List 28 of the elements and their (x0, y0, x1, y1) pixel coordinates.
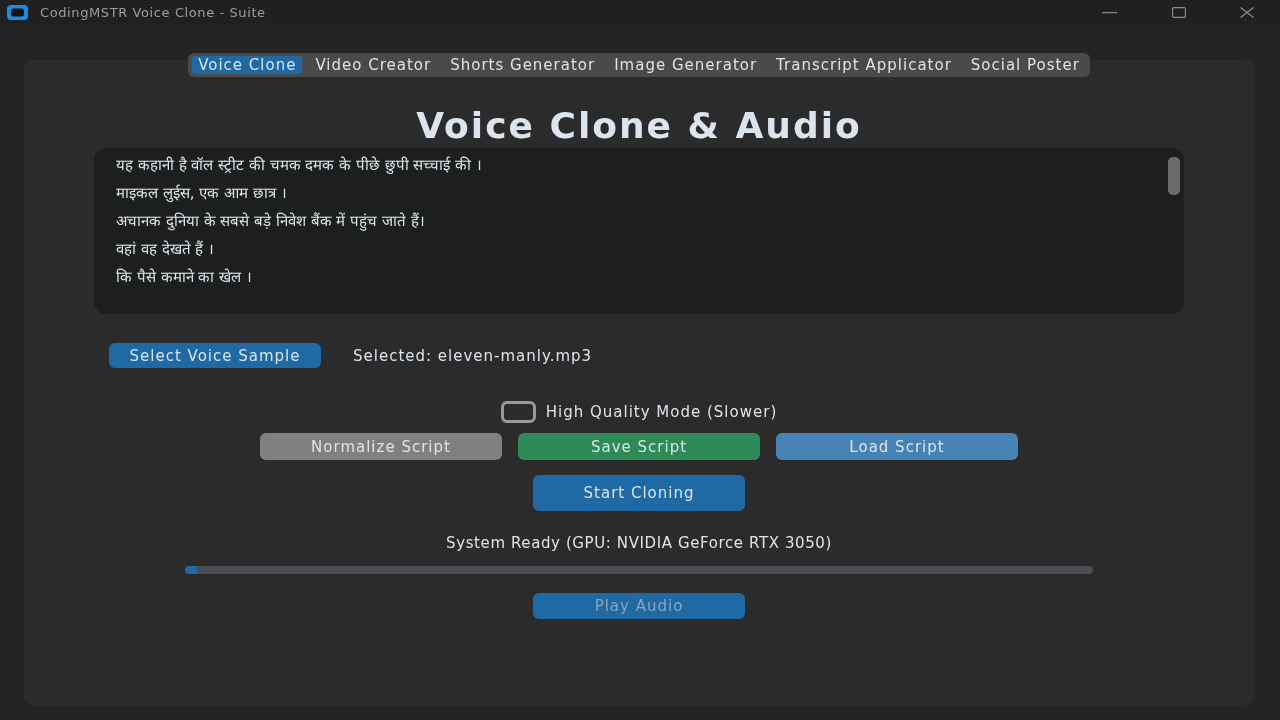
script-button[interactable]: Load Script (776, 433, 1018, 460)
status-text: System Ready (GPU: NVIDIA GeForce RTX 3050) (446, 534, 832, 552)
script-button[interactable]: Save Script (518, 433, 760, 460)
checkbox-label: High Quality Mode (Slower) (545, 403, 778, 421)
app-icon (7, 5, 28, 20)
script-line: यह कहानी है वॉल स्ट्रीट की चमक दमक के पीछे छुपी सच्चाई की । (116, 155, 482, 176)
script-line: अचानक दुनिया के सबसे बड़े निवेश बैंक में पहुंच जाते हैं। (116, 211, 425, 233)
tab[interactable]: Transcript Applicator (770, 56, 958, 74)
minimize-icon[interactable] (1101, 11, 1117, 14)
page-heading: Voice Clone & Audio (416, 108, 862, 144)
script-textbox[interactable]: यह कहानी है वॉल स्ट्रीट की चमक दमक के पीछे छुपी सच्चाई की । माइकल लुईस, एक आम छात्र । अचानक दुनिया के सबसे बड़े निवेश बैंक में पहुंच जाते हैं। वहां वह देखते हैं । कि पैसे कमाने का खेल । (94, 148, 1184, 314)
script-line: माइकल लुईस, एक आम छात्र । (116, 183, 287, 204)
script-line: कि पैसे कमाने का खेल । (116, 267, 252, 288)
tab[interactable]: Video Creator (309, 56, 438, 74)
scrollbar-thumb[interactable] (1168, 157, 1180, 195)
tab[interactable]: Shorts Generator (444, 56, 602, 74)
start-cloning-button[interactable]: Start Cloning (533, 475, 745, 511)
select-voice-sample-button[interactable]: Select Voice Sample (109, 343, 321, 368)
tab[interactable]: Voice Clone (192, 56, 303, 74)
maximize-icon[interactable] (1172, 7, 1186, 18)
window-title: CodingMSTR Voice Clone - Suite (40, 5, 266, 20)
close-icon[interactable] (1240, 7, 1254, 18)
checkbox[interactable] (500, 401, 536, 423)
tab[interactable]: Image Generator (608, 56, 764, 74)
selected-file-label: Selected: eleven-manly.mp3 (353, 346, 593, 365)
script-line: वहां वह देखते हैं । (116, 239, 215, 260)
script-button[interactable]: Normalize Script (260, 433, 502, 460)
tab[interactable]: Social Poster (964, 56, 1086, 74)
